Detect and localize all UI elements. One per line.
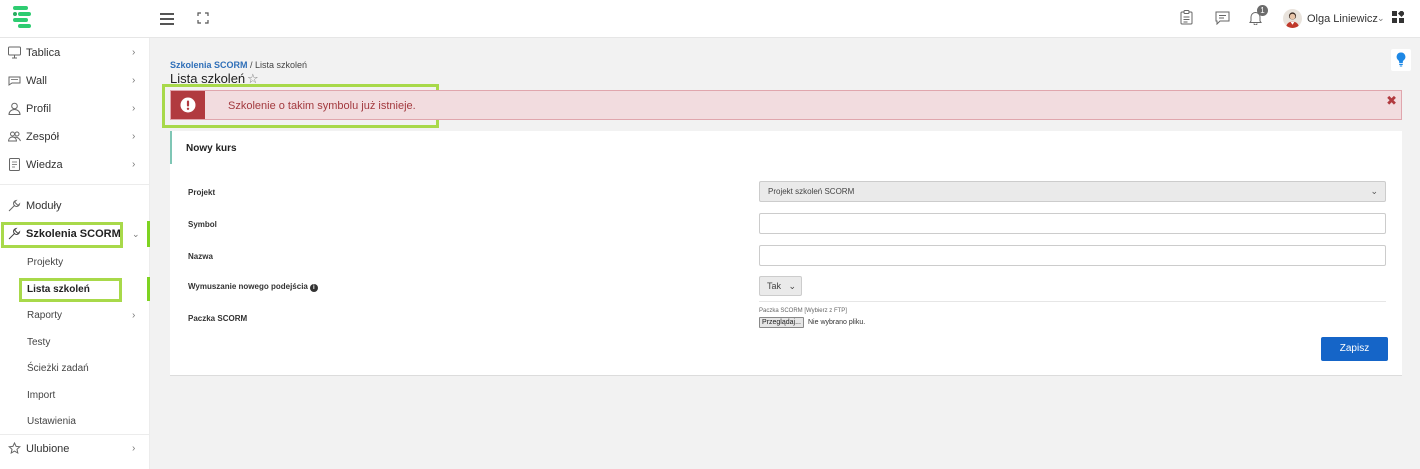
- sidebar-divider: [0, 184, 150, 185]
- force-attempt-select[interactable]: Tak ⌄: [759, 276, 802, 296]
- sidebar-subitem-import[interactable]: Import: [27, 390, 55, 401]
- sidebar-item-moduly[interactable]: Moduły: [0, 193, 150, 219]
- breadcrumb-current: Lista szkoleń: [255, 60, 308, 70]
- project-label: Projekt: [188, 188, 216, 197]
- chevron-right-icon: ›: [132, 47, 136, 58]
- sidebar-item-label: Tablica: [26, 47, 61, 59]
- notification-badge: 1: [1257, 5, 1268, 16]
- no-file-text: Nie wybrano pliku.: [808, 319, 866, 326]
- sidebar-item-zespol[interactable]: Zespół ›: [0, 124, 150, 150]
- sidebar-item-label: Ulubione: [26, 443, 70, 455]
- avatar[interactable]: [1283, 9, 1302, 28]
- sidebar-subitem-projekty[interactable]: Projekty: [27, 257, 63, 268]
- page-title: Lista szkoleń: [170, 71, 246, 86]
- star-icon: [8, 442, 21, 454]
- apps-grid-icon[interactable]: [1392, 11, 1404, 23]
- hamburger-icon[interactable]: [160, 13, 174, 25]
- lightbulb-icon: [1396, 52, 1406, 67]
- breadcrumb-separator: /: [247, 60, 256, 70]
- chevron-right-icon: ›: [132, 75, 136, 86]
- name-input[interactable]: [759, 245, 1386, 266]
- chevron-right-icon: ›: [132, 443, 136, 454]
- clipboard-icon[interactable]: [1180, 10, 1193, 25]
- name-label: Nazwa: [188, 252, 213, 261]
- sidebar-item-wiedza[interactable]: Wiedza ›: [0, 152, 150, 178]
- sidebar-subitem-sciezki-zadan[interactable]: Ścieżki zadań: [27, 363, 89, 374]
- star-icon[interactable]: ☆: [247, 71, 259, 87]
- wrench-icon: [8, 227, 21, 240]
- user-icon: [8, 102, 21, 115]
- sidebar-item-label: Moduły: [26, 200, 62, 212]
- wrench-icon: [8, 199, 21, 212]
- alert-icon-box: [171, 91, 205, 119]
- chevron-right-icon: ›: [132, 310, 136, 321]
- browse-button[interactable]: Przeglądaj...: [759, 317, 804, 328]
- sidebar-item-tablica[interactable]: Tablica ›: [0, 40, 150, 66]
- project-select-value: Projekt szkoleń SCORM: [768, 187, 855, 196]
- sidebar-subitem-testy[interactable]: Testy: [27, 337, 50, 348]
- active-indicator: [147, 277, 150, 301]
- chevron-right-icon: ›: [132, 103, 136, 114]
- chevron-right-icon: ›: [132, 131, 136, 142]
- fullscreen-icon[interactable]: [197, 12, 209, 24]
- alert-message: Szkolenie o takim symbolu już istnieje.: [228, 100, 416, 112]
- sidebar-divider: [0, 434, 150, 435]
- error-alert: Szkolenie o takim symbolu już istnieje. …: [170, 90, 1402, 120]
- sidebar-item-label: Wall: [26, 75, 47, 87]
- sidebar-subitem-raporty[interactable]: Raporty: [27, 310, 62, 321]
- sidebar: Tablica › Wall › Profil › Zespół › Wiedz…: [0, 38, 150, 469]
- chevron-down-icon[interactable]: ⌄: [1377, 13, 1385, 24]
- project-select[interactable]: Projekt szkoleń SCORM ⌄: [759, 181, 1386, 202]
- bulb-button[interactable]: [1391, 49, 1411, 71]
- form-title: Nowy kurs: [186, 143, 237, 154]
- user-name[interactable]: Olga Liniewicz: [1307, 13, 1378, 25]
- force-attempt-value: Tak: [767, 281, 782, 291]
- symbol-input[interactable]: [759, 213, 1386, 234]
- chat-icon[interactable]: [1215, 11, 1230, 25]
- sidebar-item-label: Szkolenia SCORM: [26, 228, 121, 240]
- form-card: Nowy kurs Projekt Projekt szkoleń SCORM …: [170, 131, 1402, 376]
- book-icon: [9, 158, 20, 171]
- force-attempt-label-text: Wymuszanie nowego podejścia: [188, 282, 308, 291]
- sidebar-item-label: Profil: [26, 103, 52, 115]
- breadcrumb-link[interactable]: Szkolenia SCORM: [170, 60, 248, 70]
- sidebar-item-label: Wiedza: [26, 159, 63, 171]
- monitor-icon: [8, 46, 21, 59]
- package-label: Paczka SCORM: [188, 314, 248, 323]
- chevron-right-icon: ›: [132, 159, 136, 170]
- force-attempt-label: Wymuszanie nowego podejścia i: [188, 282, 318, 292]
- save-button[interactable]: Zapisz: [1321, 337, 1388, 361]
- exclamation-icon: [180, 97, 196, 113]
- card-accent: [170, 131, 172, 164]
- sidebar-item-label: Zespół: [26, 131, 60, 143]
- sidebar-subitem-ustawienia[interactable]: Ustawienia: [27, 416, 76, 427]
- chevron-down-icon: ⌄: [1370, 186, 1378, 196]
- top-bar: 1 Olga Liniewicz ⌄: [0, 0, 1420, 38]
- sidebar-item-ulubione[interactable]: Ulubione ›: [0, 436, 150, 462]
- wall-icon: [8, 76, 21, 86]
- app-logo-icon[interactable]: [10, 5, 34, 31]
- chevron-down-icon: ⌄: [788, 281, 796, 291]
- chevron-down-icon: ⌄: [132, 229, 140, 239]
- sidebar-item-wall[interactable]: Wall ›: [0, 68, 150, 94]
- symbol-label: Symbol: [188, 220, 217, 229]
- sidebar-item-szkolenia-scorm[interactable]: Szkolenia SCORM ⌄: [0, 221, 150, 247]
- sidebar-subitem-lista-szkolen[interactable]: Lista szkoleń: [27, 284, 90, 295]
- team-icon: [8, 131, 21, 142]
- sidebar-item-profil[interactable]: Profil ›: [0, 96, 150, 122]
- close-icon[interactable]: ✖: [1386, 93, 1397, 109]
- breadcrumb: Szkolenia SCORM / Lista szkoleń: [170, 60, 307, 70]
- active-indicator: [147, 221, 150, 247]
- info-icon[interactable]: i: [309, 284, 318, 292]
- field-divider: [759, 301, 1386, 302]
- package-hint[interactable]: Paczka SCORM [Wybierz z FTP]: [759, 308, 847, 314]
